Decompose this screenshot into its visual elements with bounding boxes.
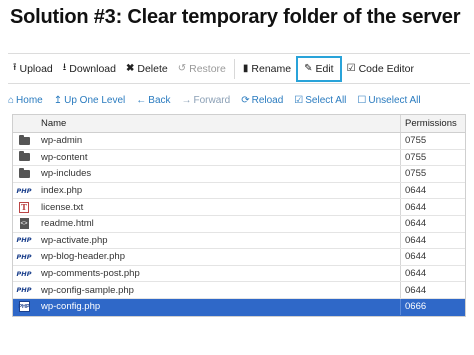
php-file-icon: PHP bbox=[16, 286, 32, 295]
back-label: Back bbox=[148, 94, 171, 106]
php-file-icon: PHP bbox=[16, 236, 32, 245]
navigation-bar: ⌂ Home ↥ Up One Level ← Back → Forward ⟳… bbox=[8, 90, 470, 110]
file-permissions: 0666 bbox=[405, 301, 427, 313]
text-file-icon: T bbox=[13, 199, 35, 215]
upload-label: Upload bbox=[19, 62, 53, 75]
folder-icon bbox=[13, 166, 35, 182]
file-toolbar: ⭱ Upload ⭳ Download ✖ Delete ↺ Restore ▮… bbox=[8, 53, 470, 84]
table-row[interactable]: Tlicense.txt 0644 bbox=[13, 199, 465, 216]
toolbar-divider bbox=[233, 58, 235, 79]
home-label: Home bbox=[16, 94, 43, 106]
table-row[interactable]: PHP wp-config.php 0666 bbox=[13, 298, 465, 316]
file-permissions: 0644 bbox=[405, 218, 427, 230]
table-header: Name Permissions bbox=[13, 115, 465, 133]
download-icon: ⭳ bbox=[62, 62, 67, 73]
file-permissions: 0644 bbox=[405, 284, 427, 296]
file-icon: ▮ bbox=[242, 63, 249, 74]
config-file-icon: PHP bbox=[13, 299, 35, 315]
download-label: Download bbox=[69, 62, 116, 75]
reload-button[interactable]: ⟳ Reload bbox=[241, 95, 283, 106]
table-row[interactable]: wp-admin 0755 bbox=[13, 133, 465, 150]
delete-label: Delete bbox=[137, 62, 168, 75]
permissions-column-header[interactable]: Permissions bbox=[401, 115, 465, 132]
file-name[interactable]: wp-config.php bbox=[35, 298, 401, 315]
file-name[interactable]: wp-activate.php bbox=[35, 232, 401, 249]
code-editor-button[interactable]: ☑ Code Editor bbox=[342, 57, 419, 81]
file-name[interactable]: wp-admin bbox=[35, 133, 401, 149]
upload-icon: ⭱ bbox=[13, 62, 17, 73]
restore-icon: ↺ bbox=[177, 63, 187, 74]
home-button[interactable]: ⌂ Home bbox=[8, 95, 43, 106]
file-permissions: 0644 bbox=[405, 185, 427, 197]
file-name[interactable]: wp-config-sample.php bbox=[35, 282, 401, 298]
table-row[interactable]: wp-includes 0755 bbox=[13, 166, 465, 183]
close-icon: ✖ bbox=[125, 63, 135, 74]
select-all-label: Select All bbox=[305, 94, 347, 106]
restore-button[interactable]: ↺ Restore bbox=[173, 57, 231, 81]
unselect-all-button[interactable]: ☐ Unselect All bbox=[357, 95, 420, 106]
file-permissions: 0644 bbox=[405, 251, 427, 263]
file-list-table: Name Permissions wp-admin 0755 wp-content 0… bbox=[12, 114, 466, 317]
table-row[interactable]: PHP wp-comments-post.php 0644 bbox=[13, 265, 465, 283]
upload-button[interactable]: ⭱ Upload bbox=[8, 57, 58, 81]
file-name[interactable]: wp-includes bbox=[35, 166, 401, 182]
arrow-left-icon: ← bbox=[136, 94, 147, 106]
slide-title: Solution #3: Clear temporary folder of t… bbox=[10, 6, 461, 28]
edit-box-icon: ☑ bbox=[346, 63, 356, 74]
table-row[interactable]: PHP wp-config-sample.php 0644 bbox=[13, 282, 465, 299]
table-row[interactable]: PHP wp-activate.php 0644 bbox=[13, 232, 465, 250]
checkbox-empty-icon: ☐ bbox=[357, 94, 367, 106]
edit-button[interactable]: ✎ Edit bbox=[296, 55, 342, 82]
file-permissions: 0644 bbox=[405, 268, 427, 280]
back-button[interactable]: ← Back bbox=[136, 95, 170, 106]
download-button[interactable]: ⭳ Download bbox=[58, 57, 121, 81]
select-all-button[interactable]: ☑ Select All bbox=[294, 95, 346, 106]
reload-label: Reload bbox=[251, 94, 284, 106]
unselect-all-label: Unselect All bbox=[368, 94, 421, 106]
php-file-icon: PHP bbox=[16, 269, 32, 278]
forward-label: Forward bbox=[193, 94, 231, 106]
pencil-icon: ✎ bbox=[304, 63, 313, 74]
file-name[interactable]: wp-blog-header.php bbox=[35, 249, 401, 265]
html-file-icon: <> bbox=[13, 216, 35, 232]
forward-button[interactable]: → Forward bbox=[182, 95, 231, 106]
checkbox-checked-icon: ☑ bbox=[294, 94, 304, 106]
file-name[interactable]: index.php bbox=[35, 182, 401, 199]
file-permissions: 0755 bbox=[405, 168, 427, 180]
table-row[interactable]: PHP wp-blog-header.php 0644 bbox=[13, 249, 465, 266]
file-permissions: 0755 bbox=[405, 151, 427, 163]
table-row[interactable]: wp-content 0755 bbox=[13, 149, 465, 167]
rename-button[interactable]: ▮ Rename bbox=[238, 57, 296, 81]
folder-icon bbox=[13, 150, 35, 166]
icon-column-header bbox=[13, 115, 35, 132]
file-name[interactable]: wp-comments-post.php bbox=[35, 265, 401, 282]
delete-button[interactable]: ✖ Delete bbox=[121, 57, 173, 81]
file-permissions: 0644 bbox=[405, 234, 427, 246]
restore-label: Restore bbox=[189, 62, 226, 75]
php-file-icon: PHP bbox=[16, 186, 32, 195]
file-name[interactable]: wp-content bbox=[35, 149, 401, 166]
arrow-right-icon: → bbox=[181, 94, 192, 106]
table-row[interactable]: <> readme.html 0644 bbox=[13, 215, 465, 233]
up-one-level-button[interactable]: ↥ Up One Level bbox=[54, 95, 126, 106]
edit-label: Edit bbox=[315, 62, 334, 75]
table-row[interactable]: PHP index.php 0644 bbox=[13, 182, 465, 200]
file-name[interactable]: license.txt bbox=[35, 199, 401, 215]
rename-label: Rename bbox=[251, 62, 292, 75]
code-editor-label: Code Editor bbox=[358, 62, 415, 75]
up-one-level-label: Up One Level bbox=[64, 94, 126, 106]
file-permissions: 0755 bbox=[405, 135, 427, 147]
file-name[interactable]: readme.html bbox=[35, 215, 401, 232]
file-permissions: 0644 bbox=[405, 201, 427, 213]
refresh-icon: ⟳ bbox=[241, 94, 250, 106]
table-body: wp-admin 0755 wp-content 0755 wp-includes 075… bbox=[13, 133, 465, 316]
home-icon: ⌂ bbox=[8, 94, 15, 106]
folder-icon bbox=[13, 133, 35, 149]
php-file-icon: PHP bbox=[16, 252, 32, 261]
name-column-header[interactable]: Name bbox=[35, 115, 401, 132]
level-up-icon: ↥ bbox=[53, 94, 63, 106]
